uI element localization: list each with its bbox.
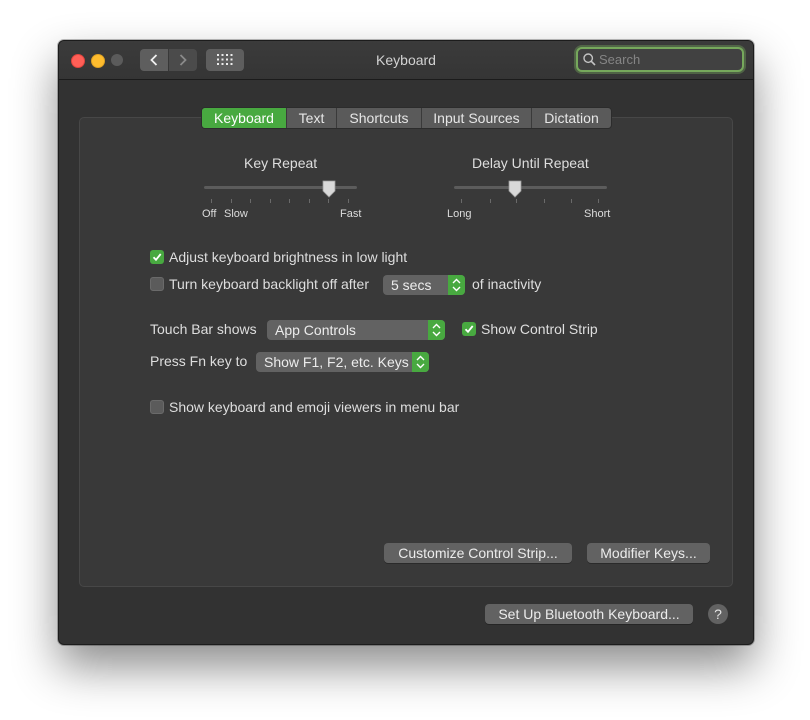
fn-key-popup[interactable]: Show F1, F2, etc. Keys xyxy=(256,352,429,372)
delay-long-label: Long xyxy=(447,208,472,220)
key-repeat-off-label: Off xyxy=(202,208,217,220)
slider-tick xyxy=(231,199,232,203)
fn-key-value: Show F1, F2, etc. Keys xyxy=(264,354,409,370)
tab-input-sources[interactable]: Input Sources xyxy=(421,108,531,128)
slider-tick xyxy=(348,199,349,203)
slider-tick xyxy=(211,199,212,203)
slider-tick xyxy=(309,199,310,203)
search-input[interactable] xyxy=(599,50,739,69)
tab-bar: Keyboard Text Shortcuts Input Sources Di… xyxy=(201,107,612,129)
popup-stepper xyxy=(412,352,429,372)
title-bar: Keyboard xyxy=(59,41,753,80)
checkmark-icon xyxy=(464,325,474,334)
slider-tick xyxy=(490,199,491,203)
delay-until-repeat-slider-thumb[interactable] xyxy=(508,180,522,198)
modifier-keys-button[interactable]: Modifier Keys... xyxy=(587,543,710,563)
bluetooth-keyboard-button[interactable]: Set Up Bluetooth Keyboard... xyxy=(485,604,693,624)
slider-tick xyxy=(516,199,517,203)
tab-text[interactable]: Text xyxy=(286,108,336,128)
help-button[interactable]: ? xyxy=(708,604,728,624)
keyboard-viewers-label: Show keyboard and emoji viewers in menu … xyxy=(169,399,460,415)
up-down-chevron-icon xyxy=(452,278,461,292)
backlight-off-label: Turn keyboard backlight off after xyxy=(169,276,369,292)
delay-short-label: Short xyxy=(584,208,611,220)
slider-tick xyxy=(270,199,271,203)
slider-tick xyxy=(328,199,329,203)
fn-key-label: Press Fn key to xyxy=(150,353,248,369)
tab-dictation[interactable]: Dictation xyxy=(531,108,611,128)
show-control-strip-checkbox[interactable] xyxy=(462,322,476,336)
keyboard-viewers-checkbox[interactable] xyxy=(150,400,164,414)
up-down-chevron-icon xyxy=(432,323,441,337)
key-repeat-slow-label: Slow xyxy=(224,208,248,220)
search-field[interactable] xyxy=(576,47,744,72)
show-control-strip-label: Show Control Strip xyxy=(481,321,598,337)
key-repeat-label: Key Repeat xyxy=(244,155,318,171)
key-repeat-slider-thumb[interactable] xyxy=(322,180,336,198)
slider-tick xyxy=(250,199,251,203)
search-icon xyxy=(583,53,596,66)
delay-until-repeat-track[interactable] xyxy=(454,186,607,189)
popup-stepper xyxy=(448,275,465,295)
customize-control-strip-button[interactable]: Customize Control Strip... xyxy=(384,543,572,563)
touchbar-value: App Controls xyxy=(275,322,356,338)
brightness-label: Adjust keyboard brightness in low light xyxy=(169,249,408,265)
slider-tick xyxy=(598,199,599,203)
backlight-duration-popup[interactable]: 5 secs xyxy=(383,275,465,295)
tab-keyboard[interactable]: Keyboard xyxy=(202,108,286,128)
touchbar-popup[interactable]: App Controls xyxy=(267,320,445,340)
slider-tick xyxy=(461,199,462,203)
popup-stepper xyxy=(428,320,445,340)
slider-tick xyxy=(571,199,572,203)
slider-tick xyxy=(289,199,290,203)
backlight-off-checkbox[interactable] xyxy=(150,277,164,291)
touchbar-label: Touch Bar shows xyxy=(150,321,257,337)
slider-tick xyxy=(544,199,545,203)
key-repeat-fast-label: Fast xyxy=(340,208,362,220)
tab-shortcuts[interactable]: Shortcuts xyxy=(336,108,421,128)
checkmark-icon xyxy=(152,253,162,262)
backlight-suffix-label: of inactivity xyxy=(472,276,542,292)
up-down-chevron-icon xyxy=(416,355,425,369)
keyboard-prefs-window: Keyboard Keyboard Text Shortcuts Input S… xyxy=(58,40,754,645)
delay-until-repeat-label: Delay Until Repeat xyxy=(472,155,589,171)
brightness-checkbox[interactable] xyxy=(150,250,164,264)
backlight-duration-value: 5 secs xyxy=(391,277,432,293)
